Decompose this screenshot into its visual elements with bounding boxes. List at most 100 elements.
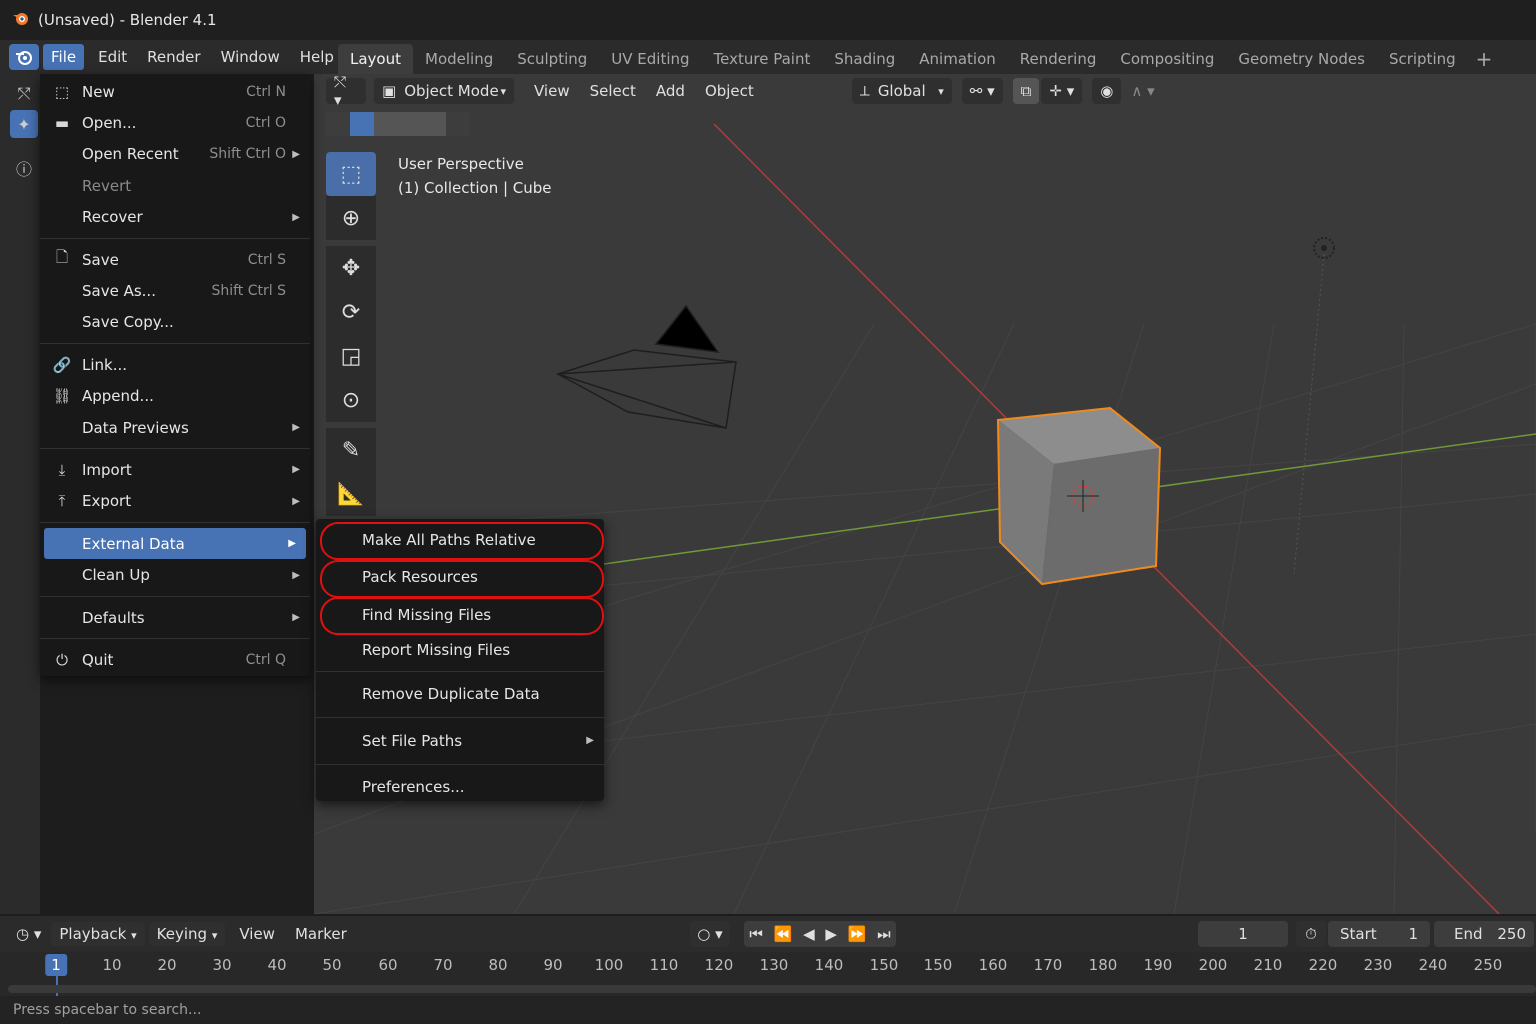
play-reverse-icon[interactable]: ◀	[803, 925, 815, 943]
snap-toggle-button[interactable]: ⧉	[1012, 78, 1040, 104]
info-icon[interactable]: ⓘ	[10, 154, 38, 182]
blender-menu-button[interactable]	[9, 44, 39, 70]
menu-item-data-previews[interactable]: Data Previews ▶	[40, 412, 310, 443]
tab-rendering[interactable]: Rendering	[1008, 44, 1109, 74]
object-mode-icon: ▣	[382, 82, 397, 100]
menu-separator	[40, 638, 310, 640]
prev-keyframe-icon[interactable]: ⏪	[774, 925, 793, 943]
jump-end-icon[interactable]: ⏭	[877, 925, 891, 943]
menu-item-external-data[interactable]: External Data ▶	[44, 528, 306, 560]
menu-item-save-as[interactable]: Save As... Shift Ctrl S	[40, 275, 310, 306]
frame-tick: 210	[1253, 956, 1283, 974]
select-subtract-icon[interactable]	[374, 112, 398, 136]
annotate-icon[interactable]: ✎	[326, 428, 376, 472]
menu-item-find-missing-files[interactable]: Find Missing Files	[316, 596, 604, 635]
tab-compositing[interactable]: Compositing	[1108, 44, 1226, 74]
menu-item-export[interactable]: ⤒ Export ▶	[40, 486, 310, 517]
tab-uv-editing[interactable]: UV Editing	[599, 44, 701, 74]
measure-icon[interactable]: 📐	[326, 472, 376, 516]
end-frame-field[interactable]: End 250	[1434, 921, 1534, 947]
proportional-edit-button[interactable]: ◉	[1092, 78, 1122, 104]
current-frame-field[interactable]: 1	[1198, 921, 1288, 947]
menu-item-preferences[interactable]: Preferences...	[316, 769, 604, 807]
timeline-view-menu[interactable]: View	[229, 925, 285, 943]
menu-item-append[interactable]: ⛓ Append...	[40, 381, 310, 412]
tab-sculpting[interactable]: Sculpting	[505, 44, 599, 74]
menu-item-revert[interactable]: Revert	[40, 170, 310, 201]
object-mode-select[interactable]: ▣ Object Mode ▾	[374, 78, 514, 104]
menu-item-open[interactable]: ▬ Open... Ctrl O	[40, 107, 310, 138]
menu-item-recover[interactable]: Recover ▶	[40, 202, 310, 233]
add-workspace-button[interactable]: +	[1468, 47, 1501, 71]
current-frame-marker[interactable]: 1	[45, 954, 67, 976]
start-frame-field[interactable]: Start 1	[1328, 921, 1430, 947]
menu-item-open-recent[interactable]: Open Recent Shift Ctrl O ▶	[40, 139, 310, 170]
menu-item-clean-up[interactable]: Clean Up ▶	[40, 559, 310, 590]
jump-start-icon[interactable]: ⏮	[749, 925, 763, 943]
snap-settings-button[interactable]: ✛ ▾	[1041, 78, 1083, 104]
menu-item-remove-duplicate-data[interactable]: Remove Duplicate Data	[316, 676, 604, 714]
cursor-icon[interactable]: ⊕	[326, 196, 376, 240]
menu-add[interactable]: Add	[648, 78, 693, 104]
rotate-icon[interactable]: ⟳	[326, 290, 376, 334]
menu-edit[interactable]: Edit	[90, 44, 135, 70]
menu-item-defaults[interactable]: Defaults ▶	[40, 602, 310, 633]
keying-menu[interactable]: Keying ▾	[148, 922, 226, 946]
pivot-point-button[interactable]: ⚯ ▾	[961, 78, 1003, 104]
menu-item-save-copy[interactable]: Save Copy...	[40, 307, 310, 338]
stopwatch-icon[interactable]: ⏱	[1296, 921, 1326, 947]
menu-item-set-file-paths[interactable]: Set File Paths ▶	[316, 722, 604, 760]
menu-item-label: Pack Resources	[362, 568, 478, 587]
menu-item-label: Revert	[82, 176, 132, 195]
menu-window[interactable]: Window	[213, 44, 288, 70]
menu-item-import[interactable]: ⤓ Import ▶	[40, 454, 310, 485]
select-box-icon[interactable]: ⬚	[326, 152, 376, 196]
frame-tick: 60	[378, 956, 398, 974]
object-mode-icon[interactable]: ✦	[10, 110, 38, 138]
editor-type-button[interactable]: ⤲ ▾	[326, 74, 366, 109]
menu-item-pack-resources[interactable]: Pack Resources	[316, 559, 604, 597]
menu-view[interactable]: View	[526, 78, 578, 104]
tab-modeling[interactable]: Modeling	[413, 44, 505, 74]
submenu-arrow-icon: ▶	[292, 569, 300, 581]
next-keyframe-icon[interactable]: ⏩	[848, 925, 867, 943]
menu-select[interactable]: Select	[582, 78, 644, 104]
menu-item-new[interactable]: ⬚ New Ctrl N	[40, 76, 310, 107]
timeline-editor-type-button[interactable]: ◷ ▾	[6, 925, 51, 943]
tab-scripting[interactable]: Scripting	[1377, 44, 1468, 74]
auto-keying-button[interactable]: ○ ▾	[690, 921, 730, 947]
menu-item-report-missing-files[interactable]: Report Missing Files	[316, 634, 604, 667]
falloff-button[interactable]: ∧ ▾	[1123, 78, 1162, 104]
submenu-arrow-icon: ▶	[586, 735, 594, 747]
tab-layout[interactable]: Layout	[338, 44, 413, 74]
select-intersect-icon[interactable]	[422, 112, 446, 136]
transform-orientation-select[interactable]: ⟂ Global ▾	[851, 78, 952, 104]
frame-tick: 140	[814, 956, 844, 974]
transform-icon[interactable]: ⊙	[326, 378, 376, 422]
menu-file[interactable]: File	[43, 44, 85, 70]
tool-settings-icon[interactable]: ⤲	[10, 80, 38, 108]
play-icon[interactable]: ▶	[825, 925, 837, 943]
select-difference-icon[interactable]	[446, 112, 470, 136]
tab-texture-paint[interactable]: Texture Paint	[702, 44, 823, 74]
tab-shading[interactable]: Shading	[822, 44, 907, 74]
menu-item-quit[interactable]: ⏻ Quit Ctrl Q	[40, 644, 310, 675]
menu-item-save[interactable]: 🗋 Save Ctrl S	[40, 244, 310, 275]
select-extend-icon[interactable]	[350, 112, 374, 136]
select-invert-icon[interactable]	[398, 112, 422, 136]
playback-menu[interactable]: Playback ▾	[51, 922, 145, 946]
menu-help[interactable]: Help	[292, 44, 342, 70]
menu-object[interactable]: Object	[697, 78, 762, 104]
tab-animation[interactable]: Animation	[907, 44, 1007, 74]
tab-geometry-nodes[interactable]: Geometry Nodes	[1226, 44, 1377, 74]
frame-tick: 200	[1198, 956, 1228, 974]
start-value: 1	[1408, 925, 1418, 943]
timeline-marker-menu[interactable]: Marker	[285, 925, 357, 943]
scale-icon[interactable]: ◲	[326, 334, 376, 378]
timeline-scrollbar[interactable]	[8, 985, 1536, 993]
move-icon[interactable]: ✥	[326, 246, 376, 290]
menu-item-make-paths-relative[interactable]: Make All Paths Relative	[316, 521, 604, 560]
menu-render[interactable]: Render	[139, 44, 208, 70]
select-new-icon[interactable]	[326, 112, 350, 136]
menu-item-link[interactable]: 🔗 Link...	[40, 349, 310, 380]
